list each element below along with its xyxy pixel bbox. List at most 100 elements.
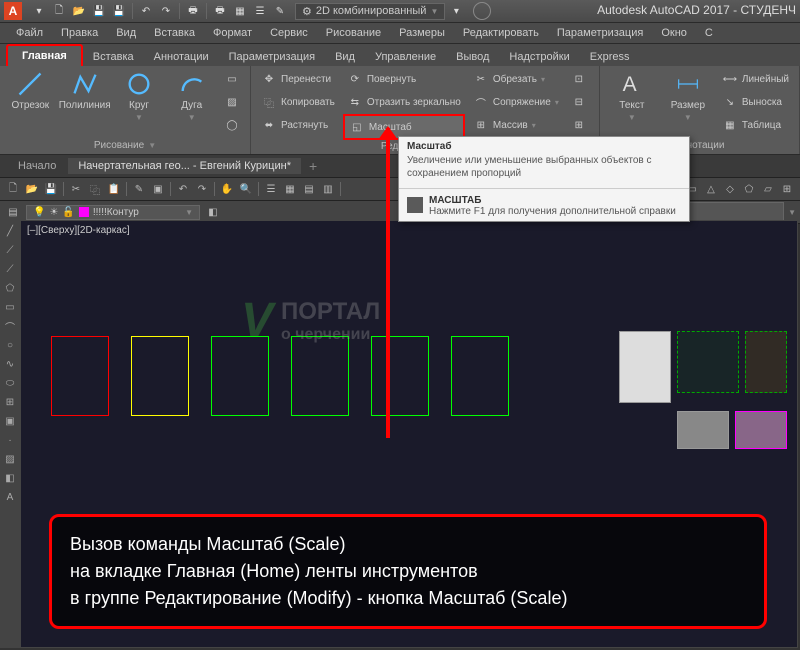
tb-r4-icon[interactable]: ◇ <box>721 180 739 198</box>
filetab-start[interactable]: Начало <box>8 158 66 174</box>
vt-pline-icon[interactable]: ⟋ <box>1 260 19 278</box>
workspace-selector[interactable]: ⚙ 2D комбинированный ▼ <box>295 3 445 20</box>
vt-line-icon[interactable]: ╱ <box>1 222 19 240</box>
layer-icon[interactable]: ▦ <box>231 2 249 20</box>
menu-Окно[interactable]: Окно <box>653 25 695 41</box>
tab-Express[interactable]: Express <box>580 48 640 66</box>
menu-dropdown-icon[interactable]: ▾ <box>30 2 48 20</box>
layer-iso-icon[interactable]: ◧ <box>204 203 222 221</box>
menu-Редактировать[interactable]: Редактировать <box>455 25 547 41</box>
undo-icon[interactable]: ↶ <box>137 2 155 20</box>
trim-button[interactable]: ✂Обрезать▾ <box>469 68 563 90</box>
hatch-button[interactable]: ▨ <box>220 91 244 113</box>
menu-Размеры[interactable]: Размеры <box>391 25 453 41</box>
ellipse-button[interactable]: ◯ <box>220 114 244 136</box>
dimension-button[interactable]: Размер▼ <box>662 68 714 124</box>
vt-poly-icon[interactable]: ⬠ <box>1 279 19 297</box>
vt-insert-icon[interactable]: ⊞ <box>1 393 19 411</box>
menu-Вставка[interactable]: Вставка <box>146 25 203 41</box>
new-icon[interactable]: 🗋 <box>50 2 68 20</box>
layer-selector[interactable]: 💡 ☀ 🔓 !!!!!Контур ▼ <box>26 205 200 220</box>
vt-spline-icon[interactable]: ∿ <box>1 355 19 373</box>
tb-copy-icon[interactable]: ⿻ <box>86 180 104 198</box>
tb-undo-icon[interactable]: ↶ <box>174 180 192 198</box>
tb-ssm-icon[interactable]: ▥ <box>319 180 337 198</box>
polyline-button[interactable]: Полилиния <box>59 68 111 113</box>
tb-match-icon[interactable]: ✎ <box>130 180 148 198</box>
menu-Файл[interactable]: Файл <box>8 25 51 41</box>
text-button[interactable]: AТекст▼ <box>606 68 658 124</box>
tb-r7-icon[interactable]: ⊞ <box>778 180 796 198</box>
props-icon[interactable]: ☰ <box>251 2 269 20</box>
vt-region-icon[interactable]: ◧ <box>1 469 19 487</box>
table-button[interactable]: ▦Таблица <box>718 114 793 136</box>
line-button[interactable]: Отрезок <box>6 68 55 113</box>
tb-r5-icon[interactable]: ⬠ <box>740 180 758 198</box>
modify-ext2-button[interactable]: ⊟ <box>567 91 591 113</box>
rect-button[interactable]: ▭ <box>220 68 244 90</box>
linear-dim-button[interactable]: ⟷Линейный <box>718 68 793 90</box>
app-logo[interactable]: A <box>4 2 22 20</box>
tb-dc-icon[interactable]: ▦ <box>281 180 299 198</box>
menu-С[interactable]: С <box>697 25 721 41</box>
tb-r3-icon[interactable]: △ <box>702 180 720 198</box>
arc-button[interactable]: Дуга▼ <box>167 68 216 124</box>
vt-hatch-icon[interactable]: ▨ <box>1 450 19 468</box>
qat-more-icon[interactable]: ▾ <box>447 2 465 20</box>
vt-text-icon[interactable]: A <box>1 488 19 506</box>
menu-Сервис[interactable]: Сервис <box>262 25 316 41</box>
search-icon[interactable] <box>473 2 491 20</box>
rotate-button[interactable]: ⟳Повернуть <box>343 68 465 90</box>
vt-arc-icon[interactable]: ⌒ <box>1 317 19 335</box>
tb-new-icon[interactable]: 🗋 <box>4 180 22 198</box>
tb-pan-icon[interactable]: ✋ <box>218 180 236 198</box>
tb-open-icon[interactable]: 📂 <box>23 180 41 198</box>
tb-tp-icon[interactable]: ▤ <box>300 180 318 198</box>
copy-button[interactable]: ⿻Копировать <box>257 91 339 113</box>
tab-Вставка[interactable]: Вставка <box>83 48 144 66</box>
stretch-button[interactable]: ⬌Растянуть <box>257 114 339 136</box>
tab-Управление[interactable]: Управление <box>365 48 446 66</box>
vt-circle-icon[interactable]: ○ <box>1 336 19 354</box>
tab-Аннотации[interactable]: Аннотации <box>144 48 219 66</box>
match-icon[interactable]: ✎ <box>271 2 289 20</box>
tab-Надстройки[interactable]: Надстройки <box>499 48 579 66</box>
modify-ext3-button[interactable]: ⊞ <box>567 114 591 136</box>
open-icon[interactable]: 📂 <box>70 2 88 20</box>
tab-Главная[interactable]: Главная <box>6 44 83 66</box>
menu-Правка[interactable]: Правка <box>53 25 106 41</box>
array-button[interactable]: ⊞Массив▾ <box>469 114 563 136</box>
tb-cut-icon[interactable]: ✂ <box>67 180 85 198</box>
vt-rect-icon[interactable]: ▭ <box>1 298 19 316</box>
tb-r6-icon[interactable]: ▱ <box>759 180 777 198</box>
tb-props-icon[interactable]: ☰ <box>262 180 280 198</box>
circle-button[interactable]: Круг▼ <box>115 68 164 124</box>
move-button[interactable]: ✥Перенести <box>257 68 339 90</box>
menu-Параметризация[interactable]: Параметризация <box>549 25 651 41</box>
modify-ext1-button[interactable]: ⊡ <box>567 68 591 90</box>
vt-block-icon[interactable]: ▣ <box>1 412 19 430</box>
menu-Вид[interactable]: Вид <box>108 25 144 41</box>
tb-block-icon[interactable]: ▣ <box>149 180 167 198</box>
saveas-icon[interactable]: 💾 <box>110 2 128 20</box>
redo-icon[interactable]: ↷ <box>157 2 175 20</box>
menu-Формат[interactable]: Формат <box>205 25 260 41</box>
viewport-label[interactable]: [–][Сверху][2D-каркас] <box>27 225 130 236</box>
tb-zoom-icon[interactable]: 🔍 <box>237 180 255 198</box>
tb-redo-icon[interactable]: ↷ <box>193 180 211 198</box>
drawing-canvas[interactable]: [–][Сверху][2D-каркас] V ПОРТАЛо черчени… <box>20 220 798 648</box>
vt-ellipse-icon[interactable]: ⬭ <box>1 374 19 392</box>
mirror-button[interactable]: ⇆Отразить зеркально <box>343 91 465 113</box>
plot-icon[interactable]: 🖶 <box>184 2 202 20</box>
save-icon[interactable]: 💾 <box>90 2 108 20</box>
fillet-button[interactable]: ⌒Сопряжение▾ <box>469 91 563 113</box>
tb-paste-icon[interactable]: 📋 <box>105 180 123 198</box>
tab-Вывод[interactable]: Вывод <box>446 48 499 66</box>
filetab-add-button[interactable]: + <box>303 156 323 176</box>
tb-save-icon[interactable]: 💾 <box>42 180 60 198</box>
filetab-document[interactable]: Начертательная гео... - Евгений Курицин* <box>68 158 301 174</box>
batch-plot-icon[interactable]: 🖶 <box>211 2 229 20</box>
tab-Параметризация[interactable]: Параметризация <box>219 48 325 66</box>
menu-Рисование[interactable]: Рисование <box>318 25 389 41</box>
tab-Вид[interactable]: Вид <box>325 48 365 66</box>
